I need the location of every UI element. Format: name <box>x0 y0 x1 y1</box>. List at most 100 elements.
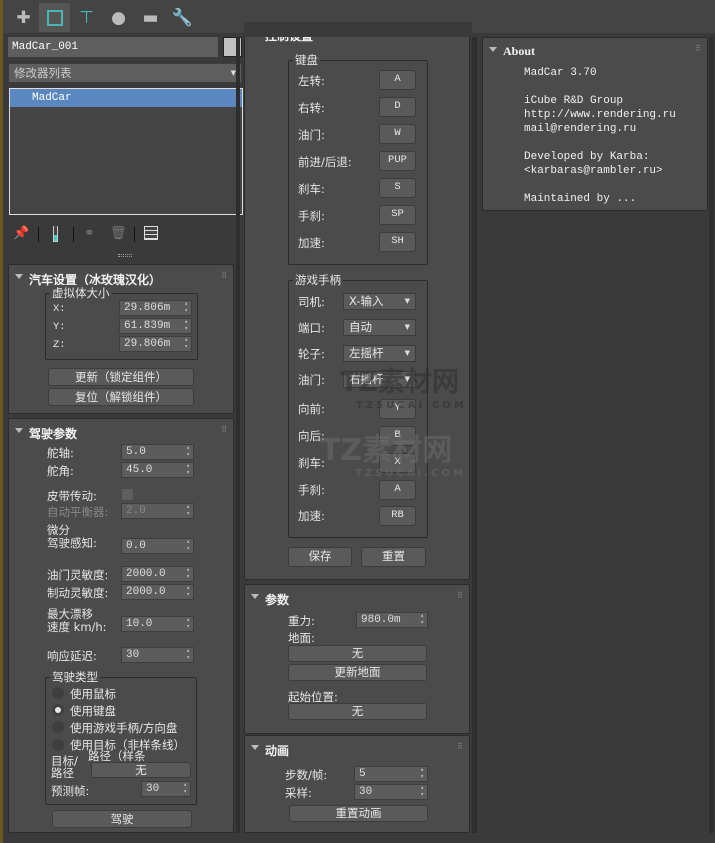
show-end-result-icon[interactable] <box>53 226 58 242</box>
rollout-drive-params: 驾驶参数 ⠿ 舵轴: 5.0 舵角: 45.0 皮带传动: 自动平衡器: 2.0… <box>8 418 234 833</box>
y-spinner[interactable]: 61.839m <box>119 318 192 334</box>
grip-icon[interactable]: ⠿ <box>457 742 463 751</box>
throttle-sens-spinner[interactable]: 2000.0 <box>121 566 194 582</box>
axle-spinner[interactable]: 5.0 <box>121 444 194 460</box>
steps-spinner[interactable]: 5 <box>354 766 428 782</box>
throttle-sens-label: 油门灵敏度: <box>47 568 109 582</box>
update-lock-button[interactable]: 更新（锁定组件） <box>48 368 194 386</box>
pad-button-back[interactable]: B <box>379 426 416 446</box>
drive-button[interactable]: 驾驶 <box>52 810 192 828</box>
angle-spinner[interactable]: 45.0 <box>121 462 194 478</box>
collapse-icon[interactable] <box>489 47 497 52</box>
pad-label: 向后: <box>298 429 325 443</box>
scrollbar[interactable] <box>709 37 714 833</box>
collapse-icon[interactable] <box>15 428 23 433</box>
configure-modifier-sets-icon[interactable] <box>144 226 158 240</box>
radio-gamepad[interactable] <box>52 721 64 733</box>
update-ground-button[interactable]: 更新地面 <box>288 664 427 681</box>
delay-label: 响应延迟: <box>47 649 97 663</box>
pad-button-handbrake[interactable]: A <box>379 480 416 500</box>
resize-grip[interactable] <box>118 254 132 257</box>
rollout-title[interactable]: About <box>503 44 535 59</box>
tab-hierarchy[interactable]: ⊤ <box>71 3 102 32</box>
z-label: Z: <box>53 339 66 351</box>
object-name-input[interactable]: MadCar_001 <box>8 37 218 57</box>
trash-icon[interactable]: 🗑 <box>110 226 127 241</box>
radio-mouse[interactable] <box>52 687 64 699</box>
key-button-boost[interactable]: SH <box>379 232 416 252</box>
predict-label: 预测帧: <box>51 784 90 798</box>
driver-dropdown[interactable]: X-输入 <box>343 293 416 310</box>
delay-spinner[interactable]: 30 <box>121 647 194 663</box>
steps-label: 步数/帧: <box>285 768 328 782</box>
key-button-handbrake[interactable]: SP <box>379 205 416 225</box>
ground-label: 地面: <box>288 631 315 645</box>
collapse-icon[interactable] <box>251 745 259 750</box>
key-label: 加速: <box>298 236 325 250</box>
key-button-forward-back[interactable]: PUP <box>379 151 416 171</box>
target-pick-button[interactable]: 无 <box>91 762 191 778</box>
collapse-icon[interactable] <box>15 274 23 279</box>
pad-button-forward[interactable]: Y <box>379 399 416 419</box>
pad-label: 手刹: <box>298 483 325 497</box>
port-dropdown[interactable]: 自动 <box>343 319 416 336</box>
stack-item-madcar[interactable]: MadCar <box>10 89 242 107</box>
diff-label: 微分 驾驶感知: <box>47 524 97 550</box>
gravity-spinner[interactable]: 980.0m <box>356 612 428 628</box>
rollout-title[interactable]: 动画 <box>265 742 289 759</box>
ground-pick-button[interactable]: 无 <box>288 645 427 662</box>
panel-edge <box>0 0 3 843</box>
rollout-title[interactable]: 参数 <box>265 591 289 608</box>
pad-button-brake[interactable]: X <box>379 453 416 473</box>
grip-icon[interactable]: ⠿ <box>457 591 463 600</box>
pin-stack-icon[interactable]: 📌 <box>13 226 29 241</box>
pad-button-boost[interactable]: RB <box>379 506 416 526</box>
rollout-animation: 动画 ⠿ 步数/帧: 5 采样: 30 重置动画 <box>244 735 470 833</box>
z-spinner[interactable]: 29.806m <box>119 336 192 352</box>
key-button-throttle[interactable]: W <box>379 124 416 144</box>
radio-target[interactable] <box>52 739 64 751</box>
save-button[interactable]: 保存 <box>288 547 352 567</box>
x-spinner[interactable]: 29.806m <box>119 300 192 316</box>
select-label: 轮子: <box>298 347 325 361</box>
scrollbar[interactable] <box>472 37 477 833</box>
belt-checkbox[interactable] <box>122 489 133 500</box>
pad-label: 加速: <box>298 509 325 523</box>
start-position-button[interactable]: 无 <box>288 703 427 720</box>
tab-motion[interactable]: ● <box>103 3 134 32</box>
rollout-title[interactable]: 驾驶参数 <box>29 425 77 442</box>
tab-display[interactable]: ▬ <box>135 3 166 32</box>
brake-sens-spinner[interactable]: 2000.0 <box>121 584 194 600</box>
throttle-dropdown[interactable]: 右摇杆 <box>343 371 416 388</box>
grip-icon[interactable]: ⠿ <box>221 425 227 434</box>
tab-modify[interactable] <box>39 3 70 32</box>
modifier-list-dropdown[interactable]: 修改器列表 <box>8 63 242 83</box>
drift-spinner[interactable]: 10.0 <box>121 616 194 632</box>
x-label: X: <box>53 303 66 315</box>
predict-spinner[interactable]: 30 <box>141 781 191 797</box>
grip-icon[interactable]: ⠿ <box>221 271 227 280</box>
samples-spinner[interactable]: 30 <box>354 784 428 800</box>
diff-spinner[interactable]: 0.0 <box>121 538 194 554</box>
collapse-icon[interactable] <box>251 594 259 599</box>
make-unique-icon[interactable]: ⚭ <box>84 226 95 241</box>
tab-utilities[interactable]: 🔧 <box>167 3 198 32</box>
modifier-stack: MadCar <box>9 88 243 215</box>
wheel-dropdown[interactable]: 左摇杆 <box>343 345 416 362</box>
reset-animation-button[interactable]: 重置动画 <box>289 805 428 822</box>
group-title: 驾驶类型 <box>50 669 100 685</box>
key-button-right[interactable]: D <box>379 97 416 117</box>
pad-label: 刹车: <box>298 456 325 470</box>
angle-label: 舵角: <box>47 464 74 478</box>
tab-create[interactable]: ✚ <box>8 3 39 32</box>
target-path-label: 目标/路径 <box>51 755 78 779</box>
grip-icon[interactable]: ⠿ <box>695 44 701 53</box>
samples-label: 采样: <box>285 786 312 800</box>
reset-unlock-button[interactable]: 复位（解锁组件） <box>48 388 194 406</box>
key-button-left[interactable]: A <box>379 70 416 90</box>
autobalance-spinner[interactable]: 2.0 <box>121 503 194 519</box>
scrollbar[interactable] <box>236 37 240 833</box>
key-button-brake[interactable]: S <box>379 178 416 198</box>
radio-keyboard[interactable] <box>52 704 64 716</box>
reset-button[interactable]: 重置 <box>361 547 426 567</box>
